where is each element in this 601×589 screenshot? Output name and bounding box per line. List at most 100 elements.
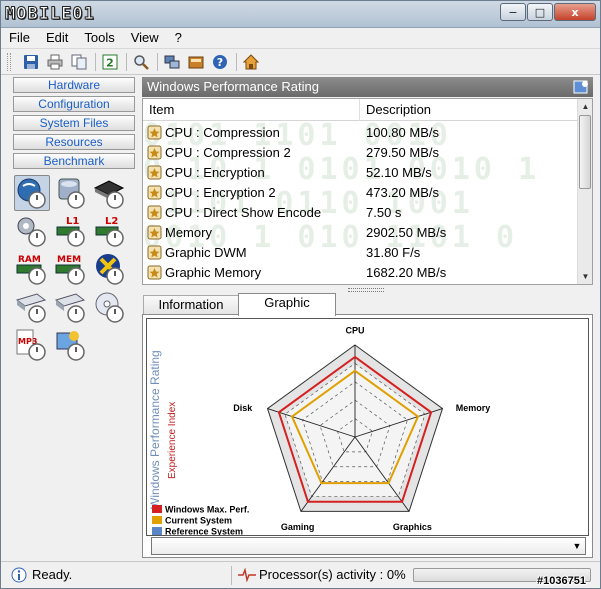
drive-benchmark-2-icon[interactable] <box>53 289 89 325</box>
table-row[interactable]: Graphic DWM 31.80 F/s <box>143 242 578 262</box>
row-item-cell: CPU : Compression <box>143 125 360 140</box>
axis-label-cpu: CPU <box>345 325 364 335</box>
menu-edit[interactable]: Edit <box>38 28 76 48</box>
nav-resources-button[interactable]: Resources <box>13 134 135 150</box>
scroll-up-arrow-icon[interactable]: ▲ <box>578 99 592 114</box>
home-icon[interactable] <box>241 52 261 72</box>
ram-label: RAM <box>18 255 41 265</box>
close-button[interactable]: x <box>554 3 596 21</box>
panel-title: Windows Performance Rating <box>147 79 319 94</box>
table-row[interactable]: CPU : Direct Show Encode 7.50 s <box>143 202 578 222</box>
tab-strip: Information Graphic <box>142 293 593 316</box>
legend-swatch <box>152 516 162 524</box>
row-item-label: CPU : Compression 2 <box>165 144 291 160</box>
axis-label-disk: Disk <box>233 403 253 413</box>
row-value-cell: 100.80 MB/s <box>366 124 439 140</box>
info-icon <box>11 567 27 583</box>
minimize-button[interactable]: − <box>500 3 526 21</box>
cache-l1-icon[interactable]: L1 <box>53 213 89 249</box>
column-header-description[interactable]: Description <box>360 99 578 121</box>
nav-system-files-button[interactable]: System Files <box>13 115 135 131</box>
left-navigation-panel: Hardware Configuration System Files Reso… <box>9 77 139 557</box>
column-header-item[interactable]: Item <box>143 99 360 121</box>
row-value-cell: 279.50 MB/s <box>366 144 439 160</box>
table-row[interactable]: CPU : Encryption 52.10 MB/s <box>143 162 578 182</box>
axis-label-graphics: Graphics <box>393 522 432 532</box>
application-window: MOBILE01 − □ x File Edit Tools View ? 2 <box>0 0 601 589</box>
row-value-cell: 2902.50 MB/s <box>366 224 447 240</box>
chip-benchmark-icon[interactable] <box>92 175 128 211</box>
print-icon[interactable] <box>45 52 65 72</box>
directx-benchmark-icon[interactable] <box>92 251 128 287</box>
nav-configuration-button[interactable]: Configuration <box>13 96 135 112</box>
medal-icon <box>147 145 162 159</box>
tab-graphic[interactable]: Graphic <box>238 293 336 316</box>
ram-benchmark-icon[interactable]: RAM <box>14 251 50 287</box>
legend-swatch <box>152 527 162 535</box>
scrollbar-thumb[interactable] <box>579 115 591 189</box>
panel-title-bar: Windows Performance Rating <box>142 77 593 97</box>
list-scrollbar[interactable]: ▲ ▼ <box>577 99 592 284</box>
row-item-label: Graphic Memory <box>165 264 262 280</box>
search-icon[interactable] <box>131 52 151 72</box>
table-row[interactable]: Graphic Memory 1682.20 MB/s <box>143 262 578 282</box>
processor-activity-text: Processor(s) activity : 0% <box>259 567 406 582</box>
mp3-benchmark-icon[interactable]: MP3 <box>14 327 50 363</box>
legend-label: Reference System <box>165 527 243 536</box>
table-row[interactable]: CPU : Compression 2 279.50 MB/s <box>143 142 578 162</box>
help-icon[interactable]: ? <box>210 52 230 72</box>
memory-benchmark-icon[interactable]: MEM <box>53 251 89 287</box>
row-item-label: Graphic DWM <box>165 244 247 260</box>
row-item-cell: CPU : Encryption <box>143 165 360 180</box>
tab-information[interactable]: Information <box>143 295 239 315</box>
graphic-tab-panel: CPU Memory Graphics Gaming Disk Windows Perfo… <box>142 314 593 558</box>
menu-tools[interactable]: Tools <box>76 28 122 48</box>
row-item-label: CPU : Encryption 2 <box>165 184 276 200</box>
row-item-cell: CPU : Compression 2 <box>143 145 360 160</box>
cpu-benchmark-icon[interactable] <box>53 175 89 211</box>
benchmark-tools-grid: L1 L2 RAM MEM MP3 <box>14 175 139 365</box>
svg-text:?: ? <box>217 56 223 69</box>
row-value-cell: 7.50 s <box>366 204 402 220</box>
table-row[interactable]: Memory 2902.50 MB/s <box>143 222 578 242</box>
medal-icon <box>147 185 162 199</box>
row-item-label: CPU : Direct Show Encode <box>165 204 322 220</box>
menu-help[interactable]: ? <box>167 28 190 48</box>
chart-selector-dropdown[interactable]: ▼ <box>151 537 586 555</box>
toolbar-separator <box>157 52 158 71</box>
cd-benchmark-icon[interactable] <box>92 289 128 325</box>
copy-icon[interactable] <box>69 52 89 72</box>
gear-benchmark-icon[interactable] <box>14 213 50 249</box>
scroll-down-arrow-icon[interactable]: ▼ <box>578 269 592 284</box>
menu-view[interactable]: View <box>123 28 167 48</box>
legend-swatch <box>152 505 162 513</box>
refresh-icon[interactable]: 2 <box>100 52 120 72</box>
nav-hardware-button[interactable]: Hardware <box>13 77 135 93</box>
image-id-watermark: #1036751 <box>537 575 586 587</box>
table-row[interactable]: CPU : Compression 100.80 MB/s <box>143 122 578 142</box>
medal-icon <box>147 165 162 179</box>
toolbar: 2 ? <box>1 48 600 75</box>
windows-rating-icon[interactable] <box>14 175 50 211</box>
report-icon[interactable] <box>186 52 206 72</box>
cache-l2-icon[interactable]: L2 <box>92 213 128 249</box>
row-item-cell: Graphic DWM <box>143 245 360 260</box>
panel-settings-icon[interactable] <box>573 79 589 95</box>
chart-ylabel2: Experience Index <box>167 402 178 479</box>
axis-label-memory: Memory <box>456 403 491 413</box>
row-item-label: CPU : Encryption <box>165 164 265 180</box>
nav-benchmark-button[interactable]: Benchmark <box>13 153 135 169</box>
drive-benchmark-icon[interactable] <box>14 289 50 325</box>
row-value-cell: 31.80 F/s <box>366 244 421 260</box>
table-row[interactable]: CPU : Encryption 2 473.20 MB/s <box>143 182 578 202</box>
graphics-benchmark-icon[interactable] <box>53 327 89 363</box>
network-icon[interactable] <box>162 52 182 72</box>
results-list: 0101 1101 0010 0 10 1 0101 0010 1 1101 0… <box>142 98 593 285</box>
mem-label: MEM <box>57 255 81 265</box>
dropdown-arrow-icon[interactable]: ▼ <box>571 540 583 552</box>
panel-splitter[interactable] <box>348 288 384 292</box>
maximize-button[interactable]: □ <box>527 3 553 21</box>
toolbar-grip[interactable] <box>7 53 11 71</box>
menu-file[interactable]: File <box>1 28 38 48</box>
save-icon[interactable] <box>21 52 41 72</box>
